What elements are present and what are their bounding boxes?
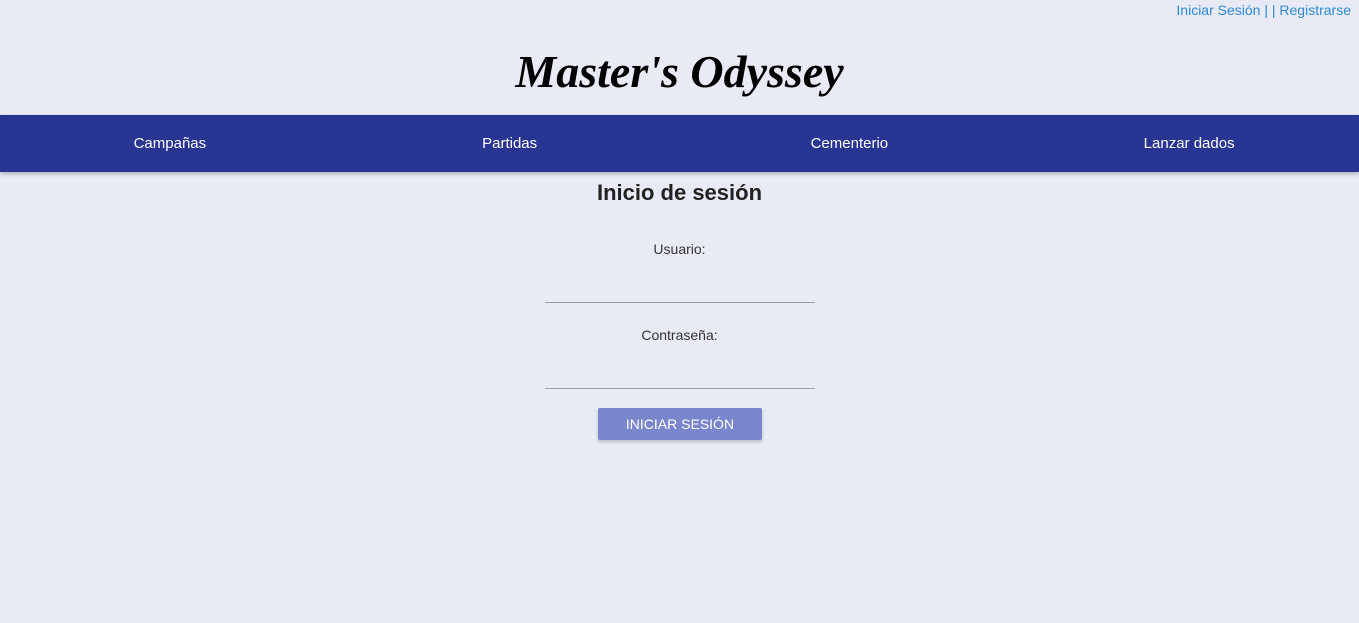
top-links: Iniciar Sesión | | Registrarse (1176, 2, 1351, 18)
nav-item-lanzar-dados[interactable]: Lanzar dados (1019, 115, 1359, 172)
login-title: Inicio de sesión (596, 180, 763, 205)
nav-item-partidas[interactable]: Partidas (340, 115, 680, 172)
link-separator: | | (1260, 2, 1280, 18)
login-link[interactable]: Iniciar Sesión (1176, 2, 1260, 18)
username-label: Usuario: (653, 241, 706, 257)
nav-item-campanas[interactable]: Campañas (0, 115, 340, 172)
login-submit-button[interactable]: INICIAR SESIÓN (598, 408, 762, 440)
password-field[interactable] (545, 359, 815, 389)
site-title: Master's Odyssey (515, 46, 844, 97)
nav-item-cementerio[interactable]: Cementerio (680, 115, 1020, 172)
username-field[interactable] (545, 273, 815, 303)
register-link[interactable]: Registrarse (1279, 2, 1351, 18)
password-label: Contraseña: (641, 327, 718, 343)
main-navbar: Campañas Partidas Cementerio Lanzar dado… (0, 115, 1359, 172)
